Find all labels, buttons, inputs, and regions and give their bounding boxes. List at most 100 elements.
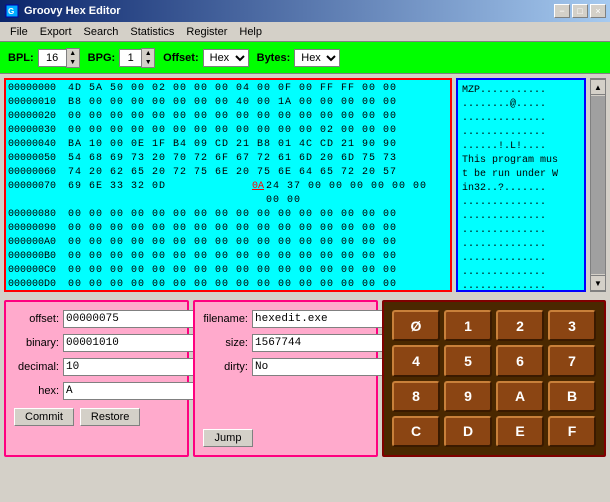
numpad-key-A[interactable]: A bbox=[496, 381, 544, 412]
ascii-row: .............. bbox=[462, 126, 580, 140]
bytes-label: Bytes: bbox=[257, 52, 291, 64]
dirty-field-label: dirty: bbox=[203, 361, 248, 373]
table-row: 0000009000 00 00 00 00 00 00 00 00 00 00… bbox=[8, 222, 448, 236]
numpad-key-7[interactable]: 7 bbox=[548, 345, 596, 376]
numpad-key-D[interactable]: D bbox=[444, 416, 492, 447]
ascii-row: .............. bbox=[462, 112, 580, 126]
bpg-label: BPG: bbox=[88, 52, 116, 64]
maximize-button[interactable]: □ bbox=[572, 4, 588, 18]
table-row: 00000010B8 00 00 00 00 00 00 00 40 00 1A… bbox=[8, 96, 448, 110]
bpg-down-button[interactable]: ▼ bbox=[142, 58, 154, 67]
table-row: 000000B000 00 00 00 00 00 00 00 00 00 00… bbox=[8, 250, 448, 264]
menu-register[interactable]: Register bbox=[180, 25, 233, 39]
scroll-up-button[interactable]: ▲ bbox=[590, 79, 606, 95]
bpg-spinbox[interactable]: ▲ ▼ bbox=[119, 48, 155, 68]
window-controls: − □ × bbox=[554, 4, 606, 18]
menu-help[interactable]: Help bbox=[233, 25, 268, 39]
ascii-row: in32..?....... bbox=[462, 182, 580, 196]
title-bar: G Groovy Hex Editor − □ × bbox=[0, 0, 610, 22]
restore-button[interactable]: Restore bbox=[80, 408, 141, 426]
commit-button[interactable]: Commit bbox=[14, 408, 74, 426]
bpl-input[interactable] bbox=[38, 49, 66, 67]
offset-group: Offset: Hex Dec bbox=[163, 49, 248, 67]
bytes-dropdown[interactable]: Hex Dec bbox=[294, 49, 340, 67]
bpl-group: BPL: ▲ ▼ bbox=[8, 48, 80, 68]
menu-file[interactable]: File bbox=[4, 25, 34, 39]
table-row: 0000005054 68 69 73 20 70 72 6F 67 72 61… bbox=[8, 152, 448, 166]
offset-panel: offset: binary: decimal: hex: Commit Res… bbox=[4, 300, 189, 457]
right-panel-buttons: Jump bbox=[203, 429, 368, 447]
bpg-up-button[interactable]: ▲ bbox=[142, 49, 154, 58]
left-panel-buttons: Commit Restore bbox=[14, 408, 179, 426]
numpad-key-3[interactable]: 3 bbox=[548, 310, 596, 341]
offset-label: Offset: bbox=[163, 52, 198, 64]
numpad-key-Ø[interactable]: Ø bbox=[392, 310, 440, 341]
ascii-row: .............. bbox=[462, 196, 580, 210]
minimize-button[interactable]: − bbox=[554, 4, 570, 18]
numpad-key-1[interactable]: 1 bbox=[444, 310, 492, 341]
hex-table[interactable]: 000000004D 5A 50 00 02 00 00 00 04 00 0F… bbox=[6, 80, 450, 290]
ascii-row: .............. bbox=[462, 280, 580, 294]
table-row: 0000006074 20 62 65 20 72 75 6E 20 75 6E… bbox=[8, 166, 448, 180]
scrollbar[interactable]: ▲ ▼ bbox=[590, 78, 606, 292]
offset-field-row: offset: bbox=[14, 310, 179, 328]
scroll-down-button[interactable]: ▼ bbox=[590, 275, 606, 291]
table-row: 0000007069 6E 33 32 0D 0A 24 37 00 00 00… bbox=[8, 180, 448, 208]
numpad-key-6[interactable]: 6 bbox=[496, 345, 544, 376]
numpad-key-F[interactable]: F bbox=[548, 416, 596, 447]
numpad-key-E[interactable]: E bbox=[496, 416, 544, 447]
menu-search[interactable]: Search bbox=[78, 25, 125, 39]
size-field-label: size: bbox=[203, 337, 248, 349]
ascii-row: .............. bbox=[462, 210, 580, 224]
toolbar: BPL: ▲ ▼ BPG: ▲ ▼ Offset: Hex Dec Bytes:… bbox=[0, 42, 610, 74]
ascii-row: .............. bbox=[462, 238, 580, 252]
ascii-row: t be run under W bbox=[462, 168, 580, 182]
table-row: 000000004D 5A 50 00 02 00 00 00 04 00 0F… bbox=[8, 82, 448, 96]
numpad-key-8[interactable]: 8 bbox=[392, 381, 440, 412]
close-button[interactable]: × bbox=[590, 4, 606, 18]
bpg-input[interactable] bbox=[119, 49, 141, 67]
menu-bar: File Export Search Statistics Register H… bbox=[0, 22, 610, 42]
ascii-row: .............. bbox=[462, 252, 580, 266]
bpl-up-button[interactable]: ▲ bbox=[67, 49, 79, 58]
table-row: 00000040BA 10 00 0E 1F B4 09 CD 21 B8 01… bbox=[8, 138, 448, 152]
filename-field-label: filename: bbox=[203, 313, 248, 325]
ascii-row: .............. bbox=[462, 224, 580, 238]
numpad-key-4[interactable]: 4 bbox=[392, 345, 440, 376]
ascii-row: This program mus bbox=[462, 154, 580, 168]
table-row: 0000003000 00 00 00 00 00 00 00 00 00 00… bbox=[8, 124, 448, 138]
bpl-down-button[interactable]: ▼ bbox=[67, 58, 79, 67]
table-row: 0000002000 00 00 00 00 00 00 00 00 00 00… bbox=[8, 110, 448, 124]
offset-dropdown[interactable]: Hex Dec bbox=[203, 49, 249, 67]
table-row: 000000D000 00 00 00 00 00 00 00 00 00 00… bbox=[8, 278, 448, 292]
numpad-key-C[interactable]: C bbox=[392, 416, 440, 447]
bottom-area: offset: binary: decimal: hex: Commit Res… bbox=[0, 296, 610, 461]
hex-panel: 000000004D 5A 50 00 02 00 00 00 04 00 0F… bbox=[4, 78, 452, 292]
hex-field-label: hex: bbox=[14, 385, 59, 397]
decimal-field-row: decimal: bbox=[14, 358, 179, 376]
numpad-key-2[interactable]: 2 bbox=[496, 310, 544, 341]
numpad-key-9[interactable]: 9 bbox=[444, 381, 492, 412]
bpl-spinbox[interactable]: ▲ ▼ bbox=[38, 48, 80, 68]
scroll-track[interactable] bbox=[591, 96, 605, 274]
filename-field-row: filename: bbox=[203, 310, 368, 328]
app-icon: G bbox=[4, 3, 20, 19]
ascii-row: .............. bbox=[462, 266, 580, 280]
bpl-spin-buttons: ▲ ▼ bbox=[66, 48, 80, 68]
ascii-panel: MZP........... ........@..... ..........… bbox=[456, 78, 586, 292]
numpad-panel: Ø123 4567 89AB CDEF bbox=[382, 300, 606, 457]
menu-export[interactable]: Export bbox=[34, 25, 78, 39]
svg-text:G: G bbox=[8, 7, 14, 16]
ascii-row: ......!.L!.... bbox=[462, 140, 580, 154]
file-info-panel: filename: size: dirty: Jump bbox=[193, 300, 378, 457]
size-field-row: size: bbox=[203, 334, 368, 352]
ascii-row: ........@..... bbox=[462, 98, 580, 112]
numpad-key-5[interactable]: 5 bbox=[444, 345, 492, 376]
menu-statistics[interactable]: Statistics bbox=[124, 25, 180, 39]
binary-field-row: binary: bbox=[14, 334, 179, 352]
numpad-key-B[interactable]: B bbox=[548, 381, 596, 412]
table-row: 000000C000 00 00 00 00 00 00 00 00 00 00… bbox=[8, 264, 448, 278]
bpg-group: BPG: ▲ ▼ bbox=[88, 48, 156, 68]
jump-button[interactable]: Jump bbox=[203, 429, 253, 447]
main-area: 000000004D 5A 50 00 02 00 00 00 04 00 0F… bbox=[0, 74, 610, 296]
